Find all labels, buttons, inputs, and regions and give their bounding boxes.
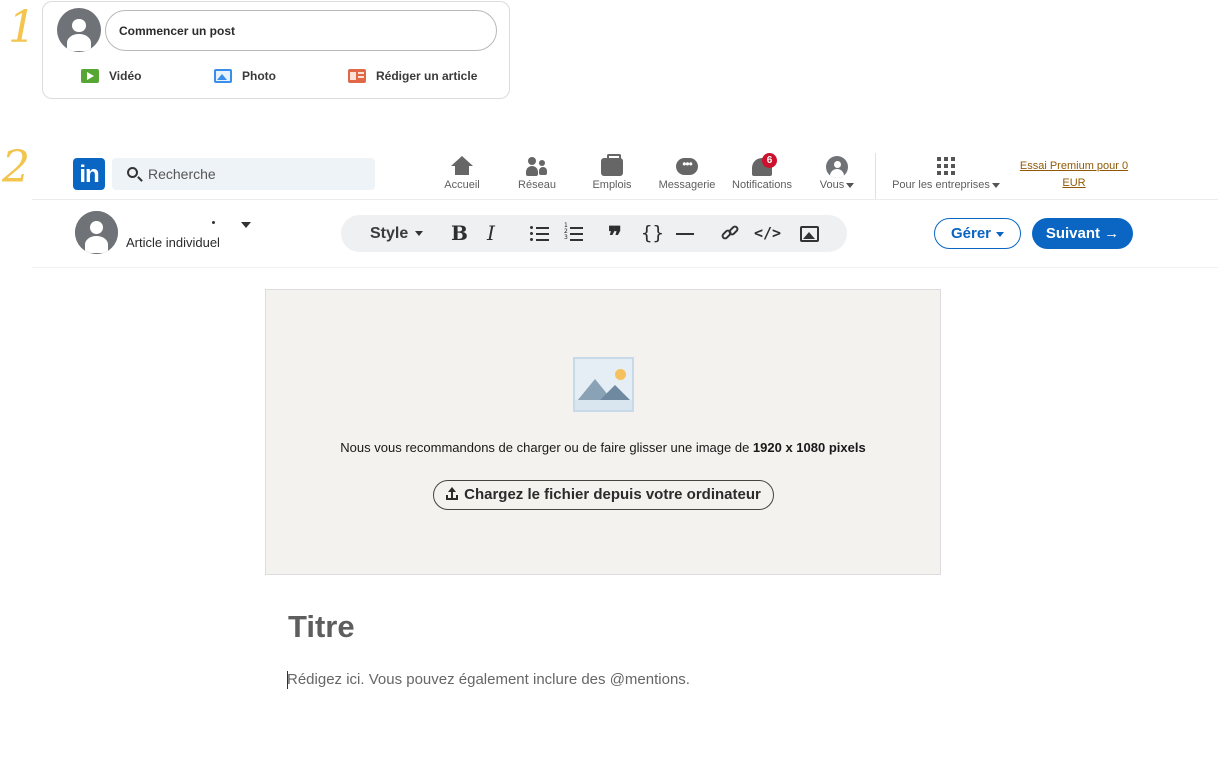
me-icon [826, 156, 848, 178]
jobs-icon [601, 154, 623, 176]
upload-icon [446, 487, 459, 500]
next-button[interactable]: Suivant → [1032, 218, 1133, 249]
image-placeholder-icon [573, 357, 634, 412]
write-article-button[interactable]: Rédiger un article [348, 66, 477, 86]
body-input[interactable]: Rédigez ici. Vous pouvez également inclu… [287, 671, 690, 689]
numbered-list-button[interactable]: 123 [564, 223, 583, 242]
divider-button[interactable] [676, 233, 694, 235]
photo-button[interactable]: Photo [214, 66, 276, 86]
nav-divider [875, 153, 876, 199]
nav-business[interactable]: Pour les entreprises [884, 154, 1008, 196]
notification-badge: 6 [762, 153, 777, 168]
divider [32, 199, 1218, 200]
step-marker-1: 1 [8, 2, 36, 53]
nav-me-label: Vous [812, 179, 862, 191]
search-box[interactable] [112, 158, 375, 190]
avatar[interactable] [57, 8, 101, 52]
upload-button[interactable]: Chargez le fichier depuis votre ordinate… [433, 480, 774, 510]
photo-icon [214, 69, 232, 83]
nav-home[interactable]: Accueil [436, 154, 488, 196]
search-input[interactable] [148, 164, 358, 184]
chevron-down-icon [414, 231, 423, 237]
start-post-button[interactable]: Commencer un post [105, 10, 497, 51]
bold-button[interactable]: B [451, 215, 468, 252]
nav-me[interactable]: Vous [812, 154, 862, 196]
video-label: Vidéo [109, 69, 142, 83]
step-marker-2: 2 [2, 142, 30, 193]
messaging-icon [676, 157, 698, 175]
search-icon [127, 167, 138, 178]
chevron-down-icon [991, 182, 1000, 188]
grid-icon [936, 156, 956, 176]
nav-jobs[interactable]: Emplois [586, 154, 638, 196]
embed-button[interactable]: </> [754, 215, 781, 252]
nav-messaging-label: Messagerie [658, 179, 716, 191]
nav-business-label: Pour les entreprises [884, 179, 1008, 191]
format-toolbar: Style B I 123 ❞ {} </> [341, 215, 847, 252]
cover-image-dropzone[interactable]: Nous vous recommandons de charger ou de … [265, 289, 941, 575]
author-avatar [75, 211, 118, 254]
italic-button[interactable]: I [487, 215, 495, 252]
cover-hint: Nous vous recommandons de charger ou de … [340, 440, 866, 455]
chevron-down-icon [996, 231, 1005, 237]
photo-label: Photo [242, 69, 276, 83]
style-dropdown[interactable]: Style [370, 215, 423, 252]
author-dropdown-icon[interactable] [241, 222, 251, 228]
code-block-button[interactable]: {} [641, 215, 664, 252]
divider [32, 267, 1218, 268]
link-button[interactable] [720, 224, 741, 242]
network-icon [526, 156, 548, 176]
linkedin-logo[interactable]: in [73, 158, 105, 190]
nav-jobs-label: Emplois [592, 179, 632, 191]
nav-network[interactable]: Réseau [512, 154, 562, 196]
image-icon[interactable] [800, 226, 819, 242]
author-type: Article individuel [126, 235, 220, 250]
manage-button[interactable]: Gérer [934, 218, 1021, 249]
write-article-label: Rédiger un article [376, 69, 478, 83]
nav-notifications-label: Notifications [732, 179, 792, 191]
title-input[interactable]: Titre [288, 609, 355, 645]
premium-trial-link[interactable]: Essai Premium pour 0 EUR [1012, 158, 1136, 192]
chevron-down-icon [846, 182, 855, 188]
post-composer: Commencer un post Vidéo Photo Rédiger un… [42, 1, 510, 99]
nav-home-label: Accueil [444, 179, 480, 191]
author-name-dot [212, 221, 215, 224]
home-icon [451, 156, 473, 176]
bullet-list-button[interactable] [530, 225, 549, 242]
article-icon [348, 69, 366, 83]
video-button[interactable]: Vidéo [81, 66, 141, 86]
quote-button[interactable]: ❞ [608, 215, 622, 252]
nav-network-label: Réseau [518, 179, 556, 191]
nav-notifications[interactable]: 6 Notifications [726, 153, 798, 196]
video-icon [81, 69, 99, 83]
nav-messaging[interactable]: Messagerie [654, 154, 720, 196]
